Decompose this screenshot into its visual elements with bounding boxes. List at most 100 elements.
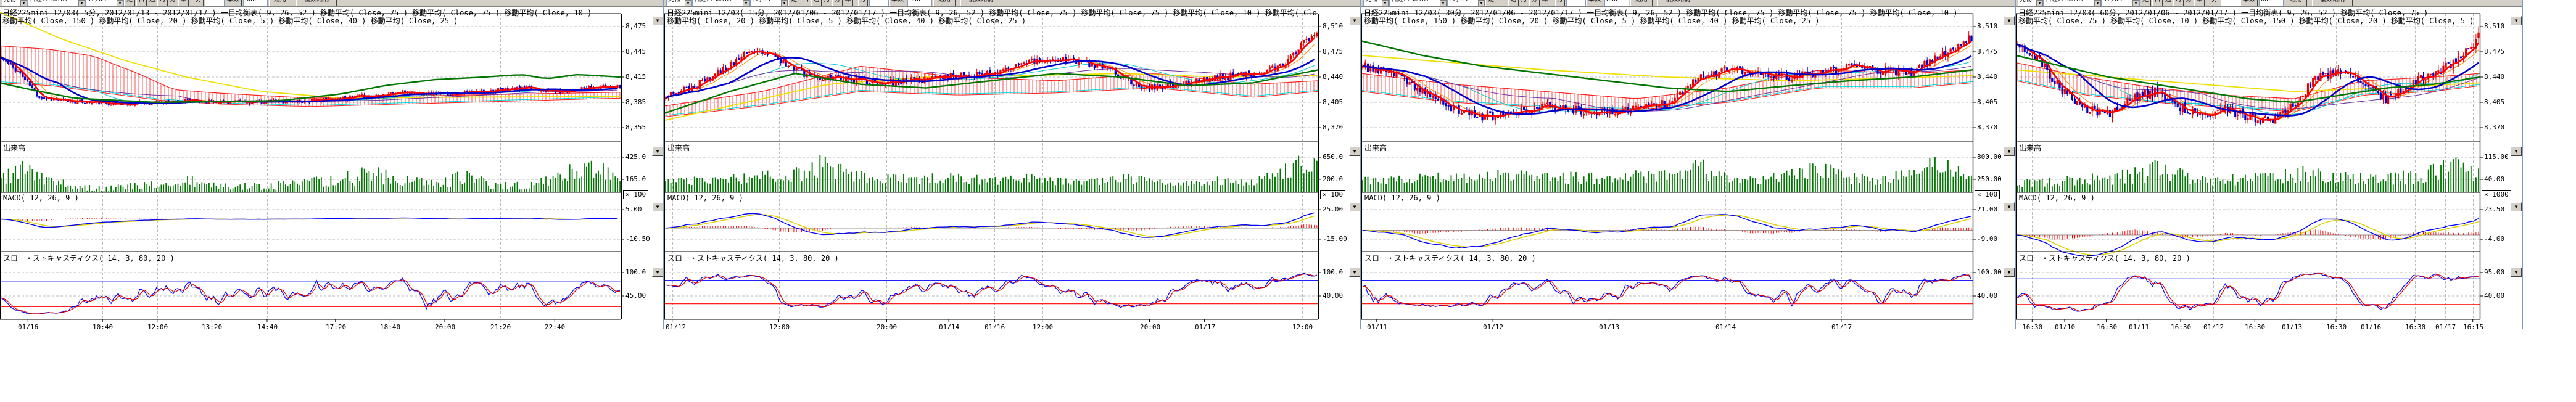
pane-dropdown-button[interactable]: ▼: [2511, 268, 2522, 277]
multi-symbol-button[interactable]: 複数銘柄: [960, 0, 1001, 6]
minute-input[interactable]: [205, 0, 225, 6]
pane-dropdown-button[interactable]: ▼: [2004, 16, 2015, 25]
volume-pane-label: 出来高: [2019, 142, 2041, 153]
candle-wicks-up: [666, 32, 1317, 101]
symbol-dropdown[interactable]: 先物▼: [2, 0, 28, 6]
time-axis-label: 01/17: [2435, 323, 2456, 329]
period-button[interactable]: 日: [801, 0, 811, 6]
period-button[interactable]: 日: [136, 0, 147, 6]
time-gridlines: [2033, 14, 2474, 319]
period-button[interactable]: 分: [168, 0, 178, 6]
period-button[interactable]: 月: [2173, 0, 2184, 6]
symbol-dropdown[interactable]: 日経225mini▼: [2044, 0, 2102, 6]
volume-tick-label: 425.0: [625, 153, 646, 161]
chart-canvas-3[interactable]: [1361, 6, 2015, 329]
bars-count-input[interactable]: 600: [2259, 0, 2284, 6]
multi-symbol-button[interactable]: 複数銘柄: [2312, 0, 2353, 6]
period-button[interactable]: 分: [2184, 0, 2194, 6]
symbol-dropdown[interactable]: 日経225mini▼: [1389, 0, 1447, 6]
period-button[interactable]: 週: [147, 0, 157, 6]
symbol-dropdown[interactable]: 先物▼: [666, 0, 692, 6]
bars-count-input[interactable]: 600: [243, 0, 268, 6]
minute-input[interactable]: [869, 0, 889, 6]
pane-dropdown-button[interactable]: ▼: [652, 16, 663, 25]
symbol-dropdown[interactable]: 日経225mini▼: [28, 0, 86, 6]
chart-panel-3: 先物▼日経225mini▼12/03▼足日週月分年分本数600適用複数銘柄日経2…: [1361, 0, 2016, 329]
macd-tick-label: -15.00: [1323, 235, 1347, 243]
volume-multiplier-badge: × 100: [1975, 190, 2000, 199]
pane-dropdown-button[interactable]: ▼: [652, 202, 663, 211]
price-tick-label: 8,475: [1977, 47, 1997, 55]
period-button[interactable]: 週: [2163, 0, 2173, 6]
pane-dropdown-button[interactable]: ▼: [652, 147, 663, 156]
symbol-dropdown[interactable]: 先物▼: [1363, 0, 1389, 6]
period-button[interactable]: 日: [2152, 0, 2163, 6]
pane-dropdown-button[interactable]: ▼: [2004, 202, 2015, 211]
time-axis-label: 22:40: [545, 323, 565, 329]
apply-button[interactable]: 適用: [2285, 0, 2307, 6]
period-button[interactable]: 月: [157, 0, 168, 6]
price-tick-label: 8,440: [2484, 73, 2504, 81]
price-tick-label: 8,415: [625, 73, 646, 81]
pane-dropdown-button[interactable]: ▼: [1349, 202, 1360, 211]
period-button[interactable]: 週: [1508, 0, 1519, 6]
price-tick-label: 8,440: [1323, 73, 1343, 81]
time-axis-label: 01/17: [1831, 323, 1852, 329]
period-button[interactable]: 週: [811, 0, 822, 6]
multi-symbol-button[interactable]: 複数銘柄: [296, 0, 337, 6]
apply-button[interactable]: 適用: [933, 0, 956, 6]
symbol-dropdown[interactable]: 12/03▼: [1447, 0, 1485, 6]
symbol-dropdown[interactable]: 12/03▼: [2102, 0, 2140, 6]
period-button[interactable]: 年: [178, 0, 189, 6]
time-axis-label: 12:00: [1292, 323, 1313, 329]
symbol-dropdown[interactable]: 12/03▼: [750, 0, 788, 6]
symbol-dropdown[interactable]: 日経225mini▼: [692, 0, 750, 6]
pane-dropdown-button[interactable]: ▼: [1349, 268, 1360, 277]
period-button[interactable]: 分: [1529, 0, 1540, 6]
pane-dropdown-button[interactable]: ▼: [652, 268, 663, 277]
pane-dropdown-button[interactable]: ▼: [2004, 268, 2015, 277]
pane-dropdown-button[interactable]: ▼: [2511, 147, 2522, 156]
volume-tick-label: 650.0: [1323, 153, 1343, 161]
period-button[interactable]: 日: [1498, 0, 1508, 6]
pane-dropdown-button[interactable]: ▼: [2511, 16, 2522, 25]
chart-panel-2: 先物▼日経225mini▼12/03▼足日週月分年分本数600適用複数銘柄日経2…: [664, 0, 1361, 329]
pane-dropdown-button[interactable]: ▼: [1349, 147, 1360, 156]
apply-button[interactable]: 適用: [1630, 0, 1653, 6]
period-button[interactable]: 分: [832, 0, 843, 6]
bars-count-input[interactable]: 600: [907, 0, 932, 6]
price-tick-label: 8,440: [1977, 73, 1997, 81]
bars-label: 本数: [1586, 0, 1603, 6]
time-axis-label: 14:40: [257, 323, 278, 329]
pane-dropdown-button[interactable]: ▼: [2004, 147, 2015, 156]
axis-ticks: [672, 27, 1321, 322]
multi-symbol-button[interactable]: 複数銘柄: [1657, 0, 1698, 6]
symbol-dropdown[interactable]: 12/03▼: [86, 0, 124, 6]
ichimoku-senkou-b: [0, 83, 621, 107]
chart-area: 日経225mini 12/03( 60分, 2012/01/06 - 2012/…: [2016, 6, 2522, 329]
chart-canvas-4[interactable]: [2016, 6, 2522, 329]
time-axis-label: 01/16: [985, 323, 1005, 329]
stoch-k-line: [1363, 274, 1971, 306]
period-button[interactable]: 年: [843, 0, 853, 6]
minute-input[interactable]: [2221, 0, 2240, 6]
time-axis-label: 16:30: [2326, 323, 2347, 329]
chart-canvas-1[interactable]: [0, 6, 663, 329]
volume-pane-label: 出来高: [667, 142, 690, 153]
pane-dropdown-button[interactable]: ▼: [2511, 202, 2522, 211]
period-button[interactable]: 年: [1540, 0, 1550, 6]
minute-input[interactable]: [1566, 0, 1586, 6]
chart-canvas-2[interactable]: [664, 6, 1360, 329]
macd-pane-label: MACD( 12, 26, 9 ): [2019, 194, 2095, 202]
apply-button[interactable]: 適用: [269, 0, 291, 6]
price-tick-label: 8,510: [1977, 22, 1997, 30]
bars-count-input[interactable]: 600: [1604, 0, 1629, 6]
time-axis-label: 20:00: [1140, 323, 1160, 329]
symbol-dropdown[interactable]: 先物▼: [2018, 0, 2044, 6]
period-button[interactable]: 月: [1519, 0, 1529, 6]
stoch-pane-label: スロー・ストキャスティクス( 14, 3, 80, 20 ): [1364, 253, 1536, 263]
period-button[interactable]: 月: [822, 0, 832, 6]
pane-dropdown-button[interactable]: ▼: [1349, 16, 1360, 25]
period-button[interactable]: 年: [2194, 0, 2205, 6]
volume-bars: [2017, 157, 2479, 192]
